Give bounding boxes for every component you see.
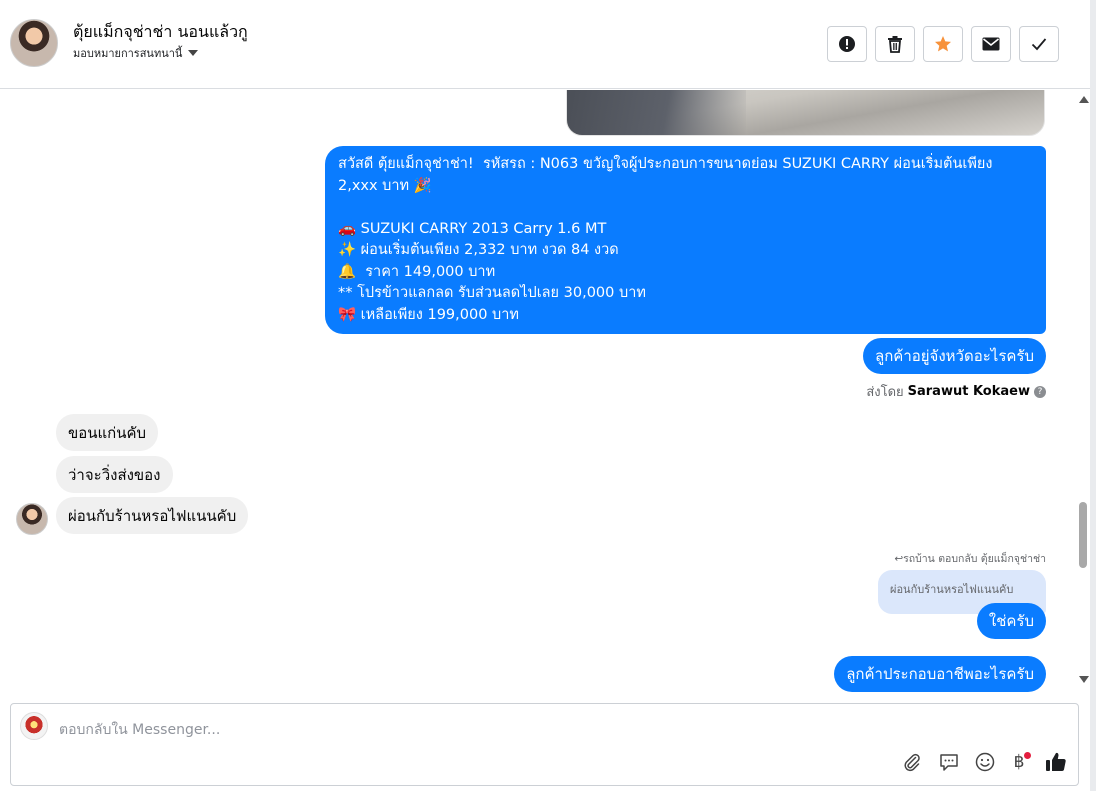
scroll-thumb[interactable] (1079, 502, 1087, 568)
baht-icon: ฿ (1013, 752, 1025, 772)
reply-context: ↩รถบ้าน ตอบกลับ ตุ้ยแม็กจุช่าช่า (894, 553, 1046, 565)
star-icon (935, 36, 951, 52)
attach-button[interactable] (900, 750, 924, 774)
like-button[interactable] (1044, 750, 1068, 774)
message-text: ลูกค้าอยู่จังหวัดอะไรครับ (875, 347, 1034, 365)
photo-shadow (567, 90, 746, 135)
incoming-message[interactable]: ผ่อนกับร้านหรอไฟแนนคับ (56, 497, 249, 534)
contact-avatar[interactable] (10, 19, 58, 67)
trash-icon (888, 36, 902, 53)
conversation-header: ตุ้ยแม็กจุช่าช่า นอนแล้วกู มอบหมายการสนท… (0, 0, 1090, 89)
incoming-message[interactable]: ว่าจะวิ่งส่งของ (56, 456, 173, 493)
message-text: ขอนแก่นคับ (68, 423, 147, 442)
vehicle-photo[interactable] (566, 90, 1045, 136)
reply-input[interactable]: ตอบกลับใน Messenger... (59, 719, 220, 741)
payment-button[interactable]: ฿ (1007, 750, 1031, 774)
message-thread[interactable]: สวัสดี ตุ้ยแม็กจุช่าช่า! รหัสรถ : N063 ข… (0, 90, 1076, 698)
message-text: ลูกค้าประกอบอาชีพอะไรครับ (846, 665, 1034, 683)
saved-replies-icon (940, 754, 958, 771)
outgoing-message-offer[interactable]: สวัสดี ตุ้ยแม็กจุช่าช่า! รหัสรถ : N063 ข… (325, 146, 1046, 334)
mark-unread-button[interactable] (971, 26, 1011, 62)
check-icon (1031, 38, 1047, 51)
thumbs-up-icon (1046, 752, 1066, 771)
mark-spam-button[interactable] (827, 26, 867, 62)
messenger-conversation: ตุ้ยแม็กจุช่าช่า นอนแล้วกู มอบหมายการสนท… (0, 0, 1096, 791)
alert-icon (839, 36, 855, 52)
star-button[interactable] (923, 26, 963, 62)
paperclip-icon (904, 753, 920, 772)
page-avatar (20, 712, 48, 740)
help-icon[interactable]: ? (1034, 385, 1046, 398)
message-text: ว่าจะวิ่งส่งของ (68, 465, 161, 484)
scroll-down-arrow[interactable] (1079, 676, 1089, 683)
delete-button[interactable] (875, 26, 915, 62)
emoji-button[interactable] (973, 750, 997, 774)
assign-label: มอบหมายการสนทนานี้ (73, 47, 183, 60)
sent-by-name: Sarawut Kokaew (907, 384, 1030, 399)
mark-done-button[interactable] (1019, 26, 1059, 62)
sent-by-prefix: ส่งโดย (866, 385, 904, 400)
incoming-message[interactable]: ขอนแก่นคับ (56, 414, 159, 451)
notification-dot (1024, 752, 1031, 759)
envelope-icon (982, 37, 1000, 51)
message-text: ใช่ครับ (988, 612, 1034, 630)
thread-scrollbar[interactable] (1076, 90, 1090, 698)
saved-replies-button[interactable] (937, 750, 961, 774)
assign-conversation-dropdown[interactable]: มอบหมายการสนทนานี้ (73, 44, 199, 62)
sender-avatar (16, 503, 48, 535)
emoji-icon (975, 752, 995, 772)
message-composer[interactable]: ตอบกลับใน Messenger... ฿ (10, 703, 1079, 786)
outgoing-message-yes[interactable]: ใช่ครับ (976, 603, 1046, 639)
offer-text: สวัสดี ตุ้ยแม็กจุช่าช่า! รหัสรถ : N063 ข… (338, 156, 993, 323)
outgoing-message-job[interactable]: ลูกค้าประกอบอาชีพอะไรครับ (834, 656, 1046, 692)
caret-down-icon (188, 50, 199, 56)
message-text: ผ่อนกับร้านหรอไฟแนนคับ (68, 506, 237, 525)
outgoing-message-province[interactable]: ลูกค้าอยู่จังหวัดอะไรครับ (863, 338, 1046, 374)
sent-by-info: ส่งโดย Sarawut Kokaew ? (866, 381, 1046, 402)
contact-name[interactable]: ตุ้ยแม็กจุช่าช่า นอนแล้วกู (73, 20, 248, 45)
scroll-up-arrow[interactable] (1079, 96, 1089, 103)
window-edge (1090, 0, 1096, 791)
